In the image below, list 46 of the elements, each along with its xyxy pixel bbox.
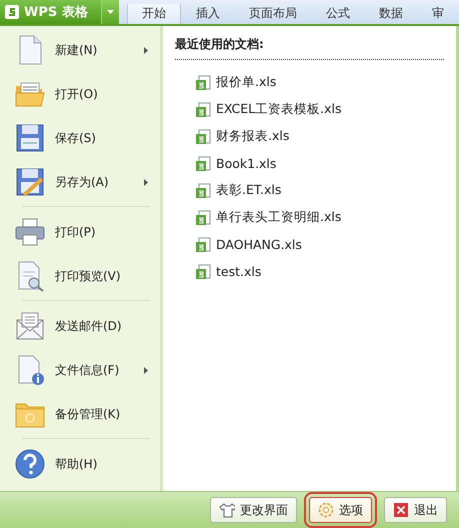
menu-item[interactable]: 打印(P) [0, 210, 160, 254]
menu-item[interactable]: 打开(O) [0, 72, 160, 116]
recent-file-link[interactable]: 财务报表.xls [175, 123, 290, 150]
menu-item[interactable]: 发送邮件(D) [0, 304, 160, 348]
ribbon-tab[interactable]: 公式 [311, 4, 364, 24]
caret-icon [107, 10, 114, 14]
section-heading: 最近使用的文档: [175, 36, 444, 60]
recent-file-link[interactable]: 报价单.xls [175, 69, 276, 96]
recent-file-link[interactable]: 表彰.ET.xls [175, 177, 282, 204]
recent-file-link[interactable]: DAOHANG.xls [175, 231, 302, 258]
ribbon-tab[interactable]: 开始 [127, 4, 181, 24]
help-icon [14, 448, 46, 480]
spreadsheet-file-icon [195, 156, 211, 172]
submenu-arrow-icon [144, 366, 148, 374]
spreadsheet-file-icon [195, 128, 211, 144]
submenu-arrow-icon [144, 46, 148, 54]
menu-item[interactable]: 帮助(H) [0, 442, 160, 486]
recent-file-link[interactable]: test.xls [175, 258, 262, 285]
app-logo-icon [5, 5, 19, 19]
recent-file-link[interactable]: Book1.xls [175, 150, 276, 177]
menu-item[interactable]: 另存为(A) [0, 160, 160, 204]
menu-item[interactable]: 新建(N) [0, 28, 160, 72]
envelope-icon [14, 310, 46, 342]
spreadsheet-file-icon [195, 182, 211, 198]
ribbon-tab[interactable]: 数据 [364, 4, 417, 24]
recent-file-link[interactable]: 单行表头工资明细.xls [175, 204, 342, 231]
ribbon-tab[interactable]: 审 [417, 4, 458, 24]
printer-icon [14, 216, 46, 248]
ribbon-tab[interactable]: 插入 [181, 4, 234, 24]
submenu-arrow-icon [144, 178, 148, 186]
close-icon [393, 502, 409, 518]
spreadsheet-file-icon [195, 74, 211, 90]
spreadsheet-file-icon [195, 102, 211, 118]
floppy-disk-pencil-icon [14, 166, 46, 198]
menu-item[interactable]: 文件信息(F) [0, 348, 160, 392]
shirt-icon [219, 502, 235, 518]
recent-file-link[interactable]: EXCEL工资表模板.xls [175, 96, 342, 123]
menu-item[interactable]: 保存(S) [0, 116, 160, 160]
spreadsheet-file-icon [195, 210, 211, 226]
spreadsheet-file-icon [195, 236, 211, 252]
ribbon-tab[interactable]: 页面布局 [234, 4, 311, 24]
spreadsheet-file-icon [195, 264, 211, 280]
dropdown-button[interactable] [101, 0, 119, 24]
menu-item[interactable]: 打印预览(V) [0, 254, 160, 298]
gear-icon [318, 502, 334, 518]
menu-item[interactable]: 备份管理(K) [0, 392, 160, 436]
